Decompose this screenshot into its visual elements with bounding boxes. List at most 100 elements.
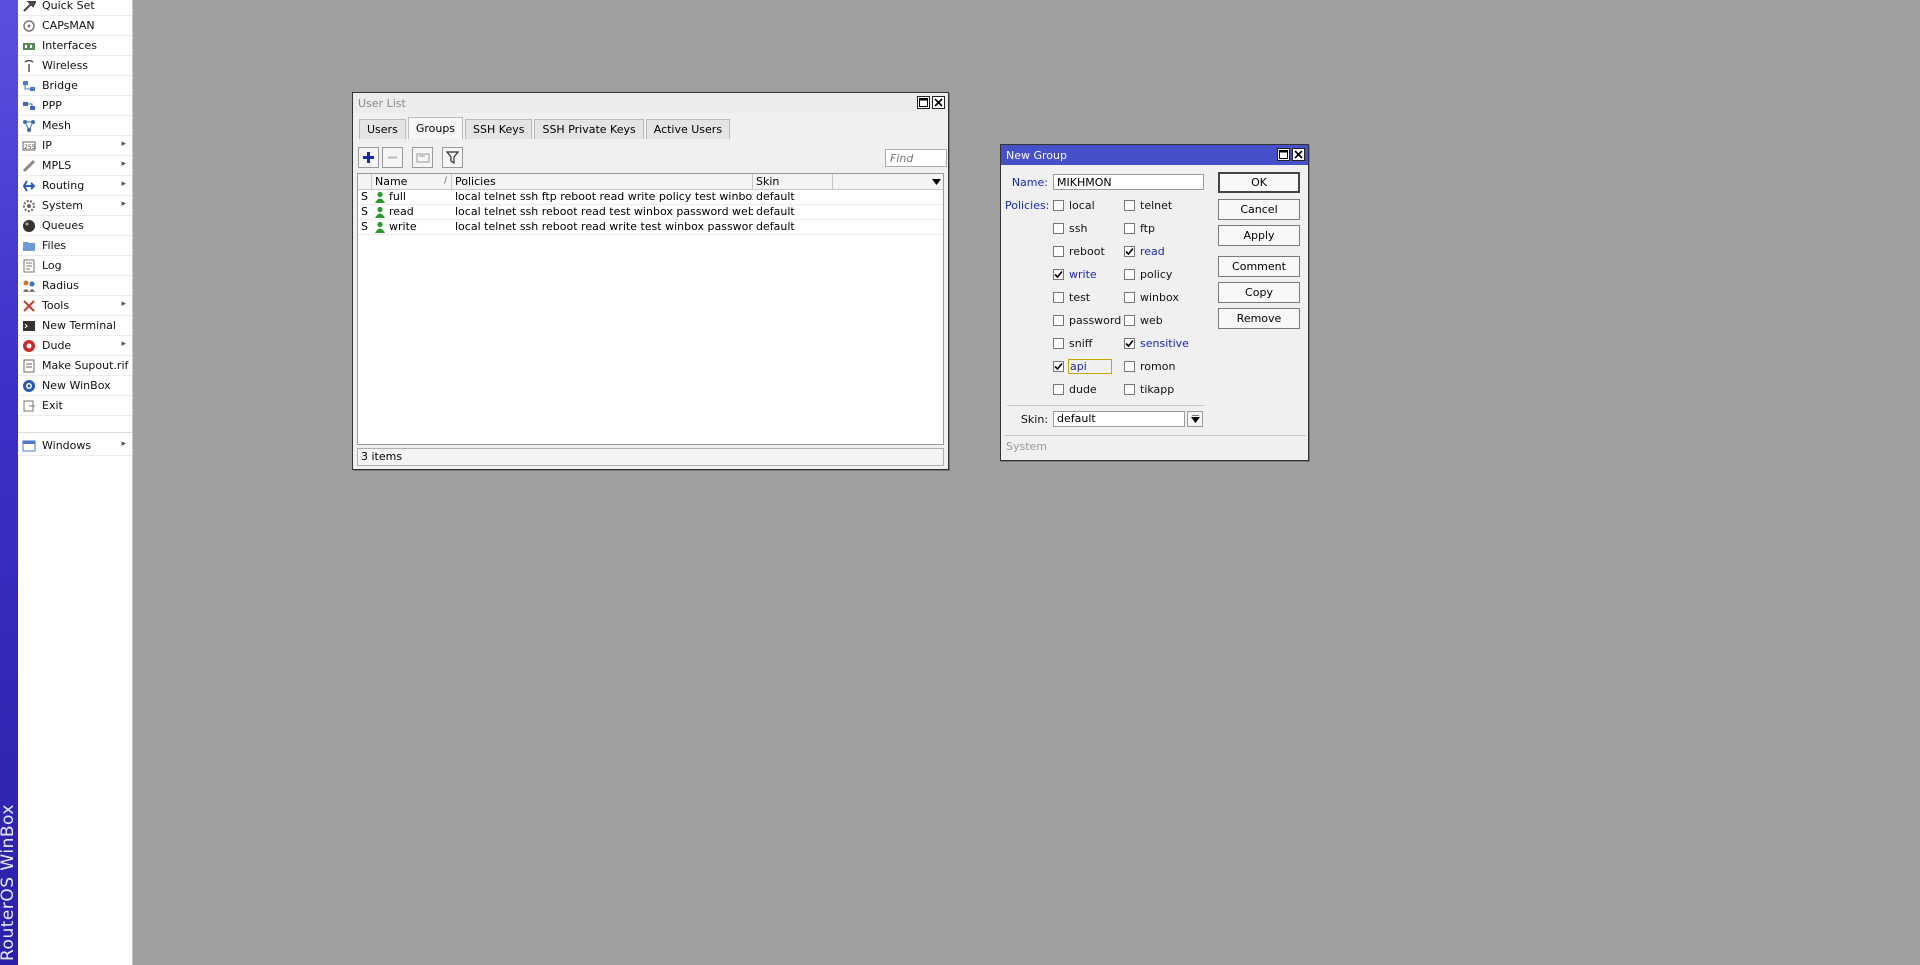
new-group-titlebar[interactable]: New Group <box>1001 145 1308 165</box>
close-button[interactable] <box>932 96 945 109</box>
policy-sensitive-checkbox[interactable]: sensitive <box>1124 336 1189 350</box>
add-button[interactable] <box>358 147 379 168</box>
sidebar-item-interfaces[interactable]: Interfaces <box>18 36 132 56</box>
sidebar-item-make-supout-rif[interactable]: Make Supout.rif <box>18 356 132 376</box>
sidebar-item-system[interactable]: System ▸ <box>18 196 132 216</box>
checkbox-box[interactable] <box>1053 222 1064 234</box>
checkbox-box[interactable] <box>1124 245 1135 257</box>
sidebar-item-exit[interactable]: Exit <box>18 396 132 416</box>
remove-button[interactable] <box>382 147 403 168</box>
policy-read-checkbox[interactable]: read <box>1124 244 1165 258</box>
sidebar-item-wireless[interactable]: Wireless <box>18 56 132 76</box>
policy-telnet-checkbox[interactable]: telnet <box>1124 198 1172 212</box>
cancel-button[interactable]: Cancel <box>1218 199 1300 220</box>
policy-romon-checkbox[interactable]: romon <box>1124 359 1175 373</box>
checkbox-box[interactable] <box>1053 245 1064 257</box>
policy-ssh-checkbox[interactable]: ssh <box>1053 221 1087 235</box>
policy-local-checkbox[interactable]: local <box>1053 198 1095 212</box>
policy-dude-checkbox[interactable]: dude <box>1053 382 1097 396</box>
checkbox-box[interactable] <box>1124 383 1135 395</box>
table-row[interactable]: Swrite local telnet ssh reboot read write… <box>358 220 943 235</box>
policy-password-checkbox[interactable]: password <box>1053 313 1121 327</box>
policy-winbox-checkbox[interactable]: winbox <box>1124 290 1179 304</box>
groups-table: Name / Policies Skin Sfull local telnet s… <box>357 173 944 445</box>
skin-column-header[interactable]: Skin <box>753 174 833 190</box>
user-list-titlebar[interactable]: User List <box>353 93 948 113</box>
checkbox-box[interactable] <box>1124 291 1135 303</box>
sidebar-item-mesh[interactable]: Mesh <box>18 116 132 136</box>
sidebar-item-capsman[interactable]: CAPsMAN <box>18 16 132 36</box>
policy-ftp-checkbox[interactable]: ftp <box>1124 221 1155 235</box>
tab-active-users[interactable]: Active Users <box>645 119 731 139</box>
comment-button[interactable]: Comment <box>1218 256 1300 277</box>
sidebar-item-quick-set[interactable]: Quick Set <box>18 0 132 16</box>
policy-label: sniff <box>1069 336 1093 350</box>
name-column-header[interactable]: Name / <box>372 174 452 190</box>
sidebar-item-windows[interactable]: Windows ▸ <box>18 436 132 456</box>
sidebar-item-log[interactable]: Log <box>18 256 132 276</box>
checkbox-box[interactable] <box>1053 314 1064 326</box>
remove-button[interactable]: Remove <box>1218 308 1300 329</box>
row-policies: local telnet ssh reboot read test winbox… <box>455 205 753 218</box>
sidebar-item-tools[interactable]: Tools ▸ <box>18 296 132 316</box>
checkbox-box[interactable] <box>1053 268 1064 280</box>
checkmark-icon <box>1054 270 1063 278</box>
policy-api-checkbox[interactable]: api <box>1053 358 1112 374</box>
checkbox-box[interactable] <box>1124 268 1135 280</box>
tab-ssh-private-keys[interactable]: SSH Private Keys <box>534 119 644 139</box>
checkbox-box[interactable] <box>1124 360 1135 372</box>
flag-column-header[interactable] <box>358 174 372 190</box>
sidebar-item-bridge[interactable]: Bridge <box>18 76 132 96</box>
policy-label: policy <box>1140 267 1173 281</box>
policies-column-header[interactable]: Policies <box>452 174 753 190</box>
policy-tikapp-checkbox[interactable]: tikapp <box>1124 382 1174 396</box>
checkbox-box[interactable] <box>1053 291 1064 303</box>
policy-write-checkbox[interactable]: write <box>1053 267 1097 281</box>
close-button[interactable] <box>1292 148 1305 161</box>
find-input[interactable] <box>885 149 947 167</box>
table-row[interactable]: Sfull local telnet ssh ftp reboot read wr… <box>358 190 943 205</box>
mesh-icon <box>21 118 37 134</box>
column-chooser-button[interactable] <box>928 174 943 189</box>
skin-dropdown-button[interactable] <box>1187 411 1203 427</box>
checkbox-box[interactable] <box>1124 199 1135 211</box>
sidebar-item-ip[interactable]: 255 IP ▸ <box>18 136 132 156</box>
policy-sniff-checkbox[interactable]: sniff <box>1053 336 1092 350</box>
checkbox-box[interactable] <box>1053 199 1064 211</box>
checkbox-box[interactable] <box>1124 222 1135 234</box>
maximize-button[interactable] <box>917 96 930 109</box>
copy-button[interactable]: Copy <box>1218 282 1300 303</box>
sidebar-item-new-winbox[interactable]: New WinBox <box>18 376 132 396</box>
policy-test-checkbox[interactable]: test <box>1053 290 1090 304</box>
filter-button[interactable] <box>442 147 463 168</box>
checkbox-box[interactable] <box>1053 337 1064 349</box>
table-row[interactable]: Sread local telnet ssh reboot read test w… <box>358 205 943 220</box>
policy-policy-checkbox[interactable]: policy <box>1124 267 1172 281</box>
checkbox-box[interactable] <box>1124 314 1135 326</box>
sidebar-item-mpls[interactable]: MPLS ▸ <box>18 156 132 176</box>
windows-icon <box>21 438 37 454</box>
wireless-icon <box>21 58 37 74</box>
sidebar-item-routing[interactable]: Routing ▸ <box>18 176 132 196</box>
sidebar-item-new-terminal[interactable]: New Terminal <box>18 316 132 336</box>
skin-select[interactable]: default <box>1053 411 1185 427</box>
tab-ssh-keys[interactable]: SSH Keys <box>465 119 533 139</box>
name-input[interactable] <box>1053 174 1204 190</box>
sidebar-item-files[interactable]: Files <box>18 236 132 256</box>
checkbox-box[interactable] <box>1124 337 1135 349</box>
checkbox-box[interactable] <box>1053 383 1064 395</box>
ok-button[interactable]: OK <box>1218 172 1300 193</box>
tab-groups[interactable]: Groups <box>407 117 464 139</box>
sidebar-item-label: Interfaces <box>42 39 97 52</box>
tab-users[interactable]: Users <box>359 119 406 139</box>
sidebar-item-ppp[interactable]: PPP <box>18 96 132 116</box>
sidebar-item-dude[interactable]: Dude ▸ <box>18 336 132 356</box>
maximize-button[interactable] <box>1277 148 1290 161</box>
sidebar-item-queues[interactable]: Queues <box>18 216 132 236</box>
sidebar-item-radius[interactable]: Radius <box>18 276 132 296</box>
apply-button[interactable]: Apply <box>1218 225 1300 246</box>
policy-reboot-checkbox[interactable]: reboot <box>1053 244 1105 258</box>
policy-web-checkbox[interactable]: web <box>1124 313 1163 327</box>
comment-button[interactable] <box>412 147 433 168</box>
checkbox-box[interactable] <box>1053 360 1064 372</box>
